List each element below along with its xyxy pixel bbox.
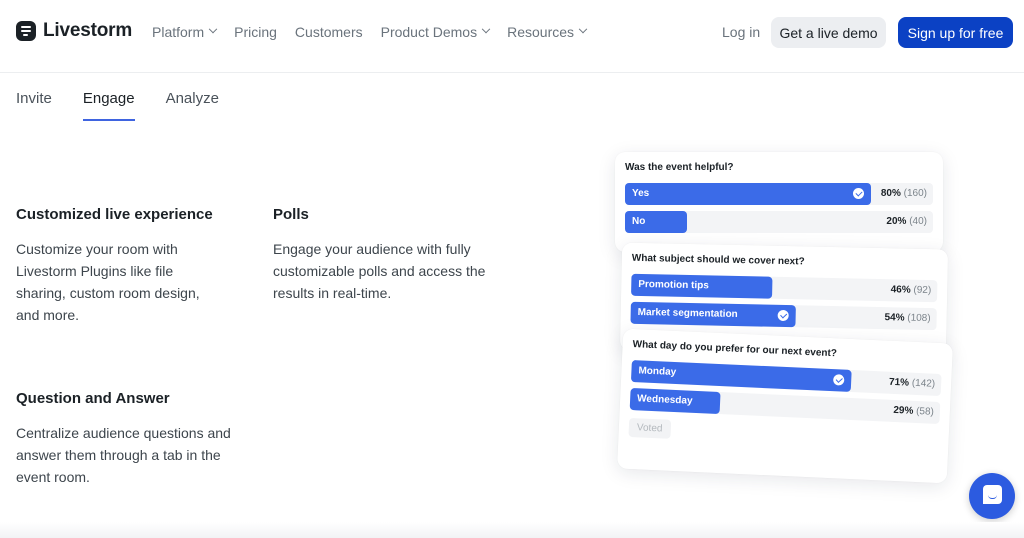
feature-tabs: Invite Engage Analyze: [16, 90, 219, 121]
nav-pricing[interactable]: Pricing: [234, 24, 277, 40]
feature-title: Polls: [273, 206, 309, 223]
percent-value: 29%: [893, 404, 914, 417]
poll-option[interactable]: Promotion tips 46% (92): [631, 273, 938, 303]
percent-value: 46%: [890, 284, 911, 296]
tab-analyze[interactable]: Analyze: [166, 90, 219, 121]
feature-description: Engage your audience with fully customiz…: [273, 241, 486, 301]
vote-count: (92): [913, 284, 932, 297]
poll-percentage: 46% (92): [891, 284, 932, 296]
livestorm-logo-icon: [16, 21, 36, 41]
nav-platform[interactable]: Platform: [152, 24, 218, 40]
section-divider: [0, 522, 1024, 538]
main-nav: Platform Pricing Customers Product Demos…: [152, 24, 588, 40]
logo-text: Livestorm: [43, 20, 133, 41]
sign-up-button[interactable]: Sign up for free: [898, 17, 1013, 48]
feature-customized-live-experience: Customized live experience Customize you…: [16, 206, 246, 326]
percent-value: 20%: [886, 216, 907, 227]
percent-value: 80%: [880, 188, 901, 199]
poll-option-label: Promotion tips: [638, 278, 709, 292]
poll-card: What day do you prefer for our next even…: [616, 328, 954, 484]
nav-label: Product Demos: [380, 24, 478, 40]
percent-value: 54%: [884, 312, 905, 324]
percent-value: 71%: [888, 376, 910, 389]
feature-title: Question and Answer: [16, 390, 170, 407]
vote-count: (142): [911, 377, 936, 390]
feature-title: Customized live experience: [16, 206, 213, 223]
poll-option-label: Monday: [638, 365, 677, 379]
poll-result-bar: [625, 183, 872, 205]
chat-widget-button[interactable]: [969, 473, 1015, 519]
feature-polls: Polls Engage your audience with fully cu…: [273, 206, 503, 304]
feature-question-and-answer: Question and Answer Centralize audience …: [16, 390, 246, 488]
nav-customers[interactable]: Customers: [295, 24, 363, 40]
poll-percentage: 54% (108): [884, 312, 930, 324]
feature-description: Customize your room with Livestorm Plugi…: [16, 241, 200, 323]
tab-engage[interactable]: Engage: [82, 90, 135, 121]
poll-option-label: Yes: [632, 188, 650, 199]
chat-icon: [983, 485, 1002, 504]
login-link[interactable]: Log in: [722, 24, 760, 40]
poll-question: Was the event helpful?: [625, 162, 734, 173]
chevron-down-icon: [481, 24, 491, 34]
nav-product-demos[interactable]: Product Demos: [380, 24, 491, 40]
poll-option[interactable]: Market segmentation 54% (108): [630, 301, 937, 331]
poll-percentage: 20% (40): [886, 216, 927, 227]
poll-question: What day do you prefer for our next even…: [632, 339, 838, 360]
nav-label: Resources: [507, 24, 575, 40]
feature-description: Centralize audience questions and answer…: [16, 425, 231, 485]
poll-option-label: Market segmentation: [637, 306, 738, 321]
nav-label: Customers: [294, 24, 363, 40]
nav-label: Platform: [152, 24, 205, 40]
get-live-demo-button[interactable]: Get a live demo: [771, 17, 886, 48]
poll-card: Was the event helpful? Yes 80% (160) No 20%…: [615, 152, 943, 252]
poll-percentage: 29% (58): [893, 405, 934, 418]
chevron-down-icon: [208, 24, 218, 34]
vote-count: (58): [915, 405, 935, 418]
vote-count: (108): [907, 312, 931, 325]
vote-count: (40): [909, 216, 927, 227]
voted-button[interactable]: Voted: [628, 417, 671, 439]
poll-option-label: No: [632, 216, 646, 227]
poll-percentage: 80% (160): [881, 188, 927, 199]
nav-label: Pricing: [234, 24, 277, 40]
tab-invite[interactable]: Invite: [16, 90, 52, 121]
poll-question: What subject should we cover next?: [631, 252, 805, 268]
poll-option[interactable]: Yes 80% (160): [625, 183, 933, 205]
chevron-down-icon: [578, 24, 588, 34]
poll-percentage: 71% (142): [889, 377, 936, 390]
site-header: Livestorm Platform Pricing Customers Pro…: [0, 0, 1024, 73]
nav-resources[interactable]: Resources: [507, 24, 588, 40]
logo[interactable]: Livestorm: [16, 20, 132, 42]
poll-option[interactable]: No 20% (40): [625, 211, 933, 233]
vote-count: (160): [903, 188, 927, 199]
